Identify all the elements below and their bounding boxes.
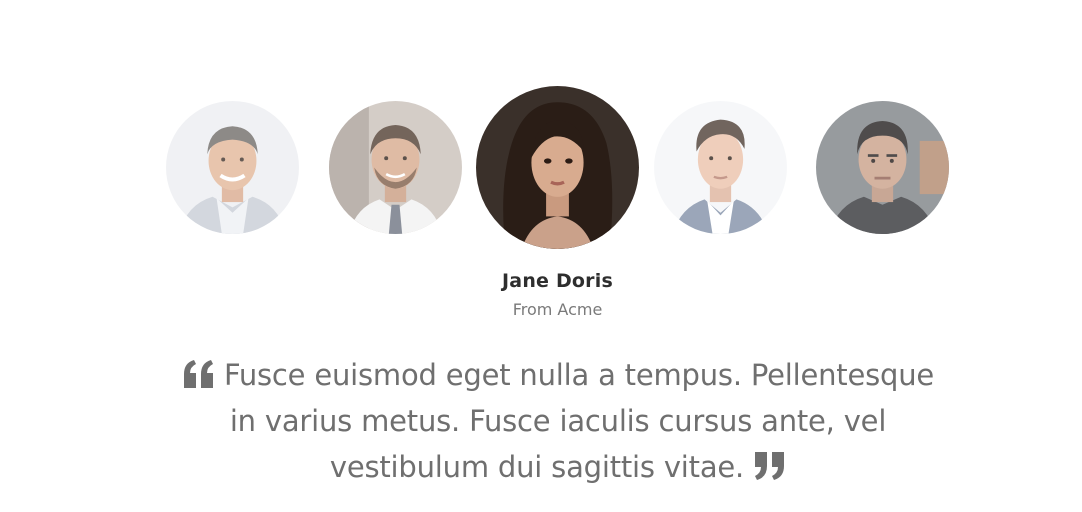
testimonial-name: Jane Doris: [502, 270, 613, 292]
quote-text: Fusce euismod eget nulla a tempus. Pelle…: [223, 358, 935, 484]
quote-close-icon: [753, 452, 786, 480]
person-avatar-4-icon: [654, 101, 787, 234]
quote-open-icon: [182, 360, 215, 388]
person-avatar-1-icon: [166, 101, 299, 234]
person-avatar-2-icon: [329, 101, 462, 234]
avatar-carousel: [0, 0, 1082, 260]
avatar-5[interactable]: [816, 101, 949, 234]
person-avatar-3-icon: [476, 86, 639, 249]
person-avatar-5-icon: [816, 101, 949, 234]
avatar-3-active[interactable]: [476, 86, 639, 249]
avatar-2[interactable]: [329, 101, 462, 234]
testimonial-company: From Acme: [512, 300, 603, 319]
avatar-4[interactable]: [654, 101, 787, 234]
testimonial-quote: Fusce euismod eget nulla a tempus. Pelle…: [172, 352, 944, 490]
avatar-1[interactable]: [166, 101, 299, 234]
